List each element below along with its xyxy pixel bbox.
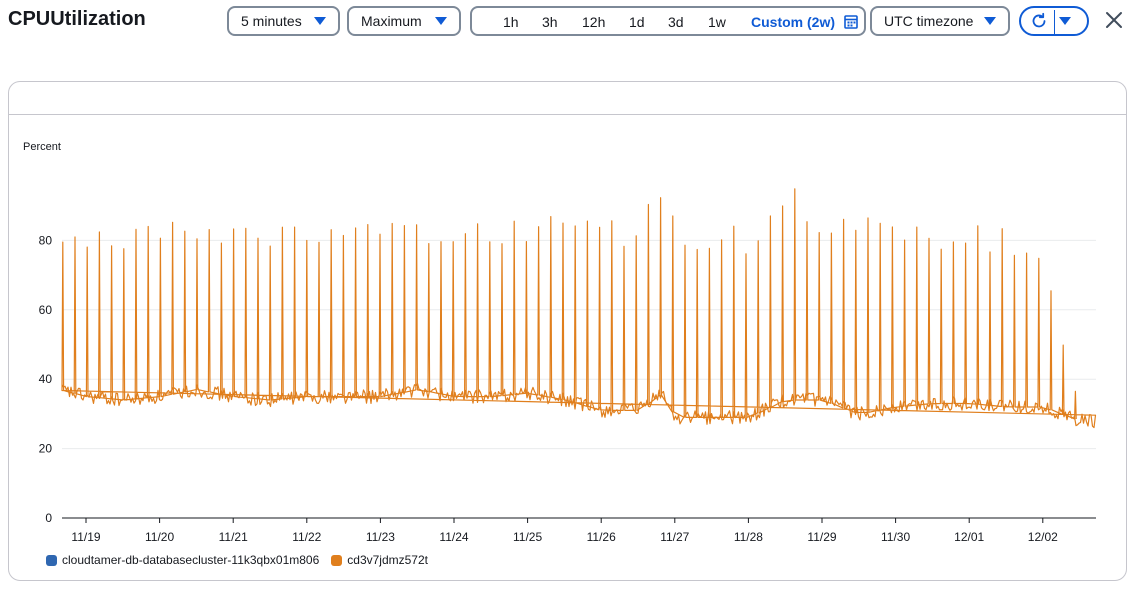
y-tick-label: 0 xyxy=(45,511,52,525)
x-tick-label: 11/22 xyxy=(292,530,321,544)
x-tick-label: 11/23 xyxy=(366,530,395,544)
x-tick-label: 11/26 xyxy=(587,530,616,544)
x-tick-label: 11/28 xyxy=(734,530,763,544)
series-line-1 xyxy=(61,188,1097,429)
x-tick-label: 11/20 xyxy=(145,530,174,544)
x-tick-label: 11/24 xyxy=(439,530,468,544)
legend-item-cluster[interactable]: cloudtamer-db-databasecluster-11k3qbx01m… xyxy=(46,553,319,567)
x-tick-label: 11/27 xyxy=(660,530,689,544)
cpu-utilization-chart: 0 20 40 60 80 11/19 11/20 11/21 11/22 11/23 11/24 1… xyxy=(39,188,1097,544)
x-tick-label: 11/21 xyxy=(219,530,248,544)
x-tick-label: 12/02 xyxy=(1028,530,1058,544)
legend-item-instance[interactable]: cd3v7jdmz572t xyxy=(331,553,428,567)
y-tick-label: 80 xyxy=(39,233,53,247)
x-tick-label: 11/25 xyxy=(513,530,542,544)
x-tick-label: 11/30 xyxy=(881,530,910,544)
y-tick-label: 40 xyxy=(39,372,53,386)
chart-legend: cloudtamer-db-databasecluster-11k3qbx01m… xyxy=(46,553,440,567)
x-tick-label: 11/29 xyxy=(807,530,836,544)
x-tick-label: 11/19 xyxy=(71,530,100,544)
legend-label-cluster: cloudtamer-db-databasecluster-11k3qbx01m… xyxy=(62,553,320,567)
y-tick-label: 60 xyxy=(39,303,53,317)
legend-swatch xyxy=(331,554,343,566)
legend-swatch xyxy=(46,554,57,566)
x-tick-label: 12/01 xyxy=(954,530,984,544)
y-tick-label: 20 xyxy=(39,442,53,456)
legend-label-instance: cd3v7jdmz572t xyxy=(347,553,428,567)
